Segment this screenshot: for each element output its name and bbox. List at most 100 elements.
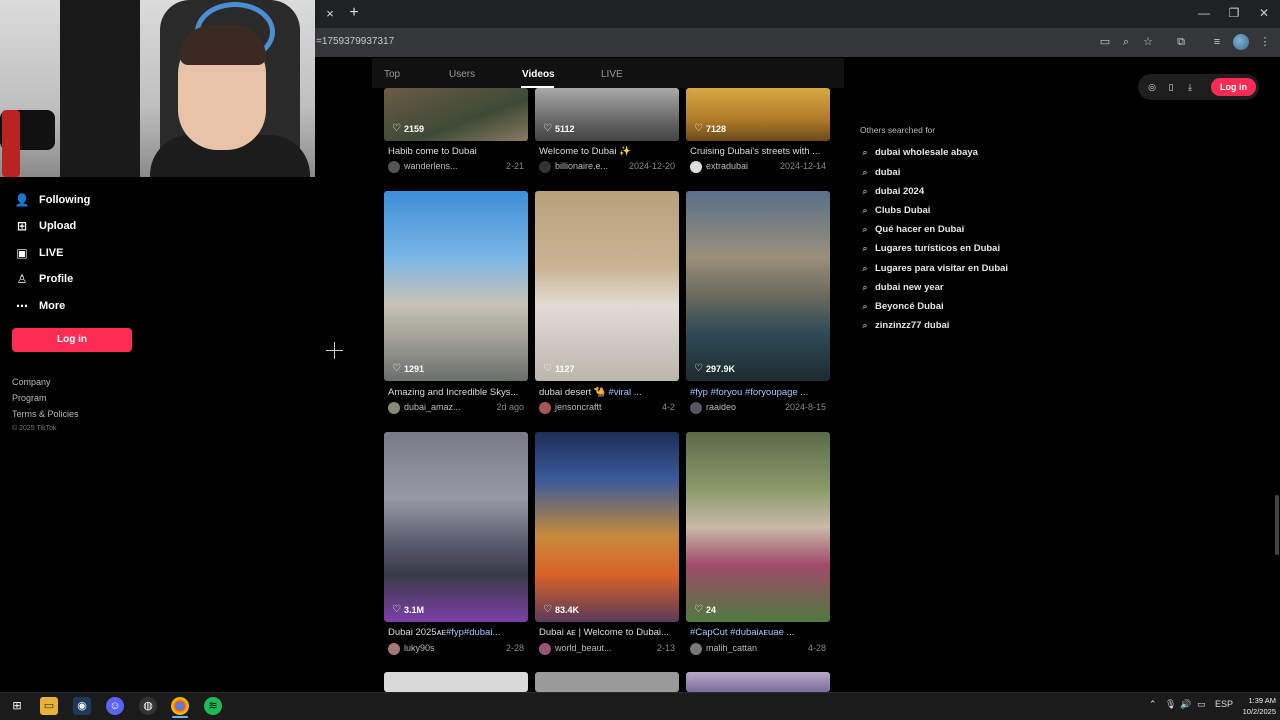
avatar[interactable] bbox=[690, 161, 702, 173]
chrome-icon[interactable] bbox=[171, 697, 189, 715]
video-meta: extradubai 2024-12-14 bbox=[690, 160, 830, 174]
media-control-icon[interactable]: ≡ bbox=[1209, 34, 1225, 50]
suggested-search[interactable]: ⌕ Beyoncé Dubai bbox=[860, 299, 943, 313]
suggested-search[interactable]: ⌕ Lugares para visitar en Dubai bbox=[860, 261, 1008, 275]
compass-icon[interactable]: ◎ bbox=[1145, 80, 1159, 94]
tab-top[interactable]: Top bbox=[384, 69, 400, 80]
avatar[interactable] bbox=[690, 643, 702, 655]
avatar[interactable] bbox=[690, 402, 702, 414]
discord-icon[interactable]: ☺ bbox=[106, 697, 124, 715]
video-caption[interactable]: Cruising Dubai's streets with ... bbox=[690, 146, 830, 157]
suggested-search[interactable]: ⌕ dubai new year bbox=[860, 280, 943, 294]
post-date: 2-13 bbox=[656, 643, 675, 653]
video-caption[interactable]: dubai desert 🐪 #viral ... bbox=[539, 387, 679, 398]
video-caption[interactable]: Dubai ᴀᴇ | Welcome to Dubai... bbox=[539, 627, 679, 638]
scrollbar-thumb[interactable] bbox=[1275, 495, 1279, 555]
username[interactable]: world_beaut... bbox=[555, 643, 612, 653]
system-clock[interactable]: 1:39 AM 10/2/2025 bbox=[1236, 695, 1276, 717]
network-icon[interactable]: ▭ bbox=[1197, 699, 1206, 710]
zoom-icon[interactable]: ⌕ bbox=[1118, 34, 1134, 50]
footer-link-program[interactable]: Program bbox=[12, 393, 47, 403]
avatar[interactable] bbox=[539, 643, 551, 655]
tab-users[interactable]: Users bbox=[449, 69, 475, 80]
username[interactable]: extradubai bbox=[706, 161, 748, 171]
video-caption[interactable]: Welcome to Dubai ✨ bbox=[539, 146, 679, 157]
bookmark-star-icon[interactable]: ☆ bbox=[1140, 34, 1156, 50]
video-meta: world_beaut... 2-13 bbox=[539, 642, 679, 656]
video-caption[interactable]: Habib come to Dubai bbox=[388, 146, 528, 157]
video-thumbnail[interactable] bbox=[384, 432, 528, 622]
username[interactable]: jensoncraftt bbox=[555, 402, 602, 412]
header-login-button[interactable]: Log in bbox=[1211, 78, 1256, 96]
video-caption[interactable]: #CapCut #dubaiᴀᴇuae ... bbox=[690, 627, 830, 638]
maximize-button[interactable]: ❐ bbox=[1224, 5, 1244, 21]
video-thumbnail[interactable] bbox=[384, 672, 528, 692]
tray-chevron-icon[interactable]: ⌃ bbox=[1149, 699, 1157, 710]
username[interactable]: billionaire.e... bbox=[555, 161, 608, 171]
video-caption[interactable]: Amazing and Incredible Skys... bbox=[388, 387, 528, 398]
suggested-search[interactable]: ⌕ dubai bbox=[860, 165, 900, 179]
suggested-search[interactable]: ⌕ zinzinzz77 dubai bbox=[860, 318, 949, 332]
username[interactable]: raaideo bbox=[706, 402, 736, 412]
video-thumbnail[interactable] bbox=[535, 191, 679, 381]
suggested-search[interactable]: ⌕ dubai 2024 bbox=[860, 184, 924, 198]
upload-icon: ⊞ bbox=[16, 219, 28, 233]
extensions-icon[interactable]: ⧉ bbox=[1173, 34, 1189, 50]
microphone-icon[interactable]: 🎙 bbox=[1165, 699, 1176, 710]
close-window-button[interactable]: ✕ bbox=[1254, 5, 1274, 21]
video-caption[interactable]: #fyp #foryou #foryoupage ... bbox=[690, 387, 830, 398]
install-app-icon[interactable]: ▭ bbox=[1097, 34, 1113, 50]
video-thumbnail[interactable] bbox=[686, 672, 830, 692]
file-explorer-icon[interactable]: ▭ bbox=[40, 697, 58, 715]
download-icon[interactable]: ⤓ bbox=[1183, 80, 1197, 94]
language-indicator[interactable]: ESP bbox=[1215, 699, 1233, 709]
mobile-icon[interactable]: ▯ bbox=[1164, 80, 1178, 94]
obs-icon[interactable]: ◍ bbox=[139, 697, 157, 715]
url-text[interactable]: =1759379937317 bbox=[316, 36, 394, 47]
video-thumbnail[interactable] bbox=[535, 672, 679, 692]
steam-icon[interactable]: ◉ bbox=[73, 697, 91, 715]
search-icon: ⌕ bbox=[862, 243, 868, 253]
avatar[interactable] bbox=[539, 402, 551, 414]
footer-link-company[interactable]: Company bbox=[12, 377, 51, 387]
minimize-button[interactable]: — bbox=[1194, 5, 1214, 21]
new-tab-button[interactable]: + bbox=[346, 5, 362, 21]
webcam-overlay bbox=[0, 0, 315, 177]
suggested-search[interactable]: ⌕ Clubs Dubai bbox=[860, 203, 930, 217]
tab-videos[interactable]: Videos bbox=[522, 69, 555, 80]
sidebar-item-live[interactable]: ▣ LIVE bbox=[14, 243, 63, 263]
username[interactable]: wanderlens... bbox=[404, 161, 458, 171]
tab-close-icon[interactable]: × bbox=[322, 6, 338, 22]
video-meta: dubai_amaz... 2d ago bbox=[388, 401, 528, 415]
sidebar-item-profile[interactable]: ♙ Profile bbox=[14, 269, 74, 289]
avatar[interactable] bbox=[388, 161, 400, 173]
sidebar-login-button[interactable]: Log in bbox=[12, 328, 132, 352]
username[interactable]: luky90s bbox=[404, 643, 435, 653]
username[interactable]: dubai_amaz... bbox=[404, 402, 461, 412]
video-thumbnail[interactable] bbox=[686, 191, 830, 381]
more-icon: ⋯ bbox=[16, 299, 28, 313]
video-thumbnail[interactable] bbox=[384, 191, 528, 381]
windows-start-icon[interactable]: ⊞ bbox=[8, 697, 26, 715]
video-caption[interactable]: Dubai 2025ᴀᴇ#fyp#dubai... bbox=[388, 627, 528, 638]
profile-avatar[interactable] bbox=[1233, 34, 1249, 50]
spotify-icon[interactable]: ≋ bbox=[204, 697, 222, 715]
tab-live[interactable]: LIVE bbox=[601, 69, 623, 80]
suggested-search[interactable]: ⌕ Qué hacer en Dubai bbox=[860, 222, 964, 236]
video-meta: wanderlens... 2-21 bbox=[388, 160, 528, 174]
avatar[interactable] bbox=[388, 402, 400, 414]
kebab-menu-icon[interactable]: ⋮ bbox=[1257, 34, 1273, 50]
suggested-search[interactable]: ⌕ Lugares turísticos en Dubai bbox=[860, 241, 1000, 255]
video-thumbnail[interactable] bbox=[535, 432, 679, 622]
username[interactable]: malih_cattan bbox=[706, 643, 757, 653]
avatar[interactable] bbox=[388, 643, 400, 655]
sidebar-item-upload[interactable]: ⊞ Upload bbox=[14, 216, 76, 236]
volume-icon[interactable]: 🔊 bbox=[1180, 699, 1191, 710]
sidebar-item-following[interactable]: 👤 Following bbox=[14, 190, 91, 210]
search-icon: ⌕ bbox=[862, 167, 868, 177]
sidebar-item-more[interactable]: ⋯ More bbox=[14, 296, 65, 316]
video-thumbnail[interactable] bbox=[686, 432, 830, 622]
footer-link-terms[interactable]: Terms & Policies bbox=[12, 409, 79, 419]
avatar[interactable] bbox=[539, 161, 551, 173]
suggested-search[interactable]: ⌕ dubai wholesale abaya bbox=[860, 145, 978, 159]
